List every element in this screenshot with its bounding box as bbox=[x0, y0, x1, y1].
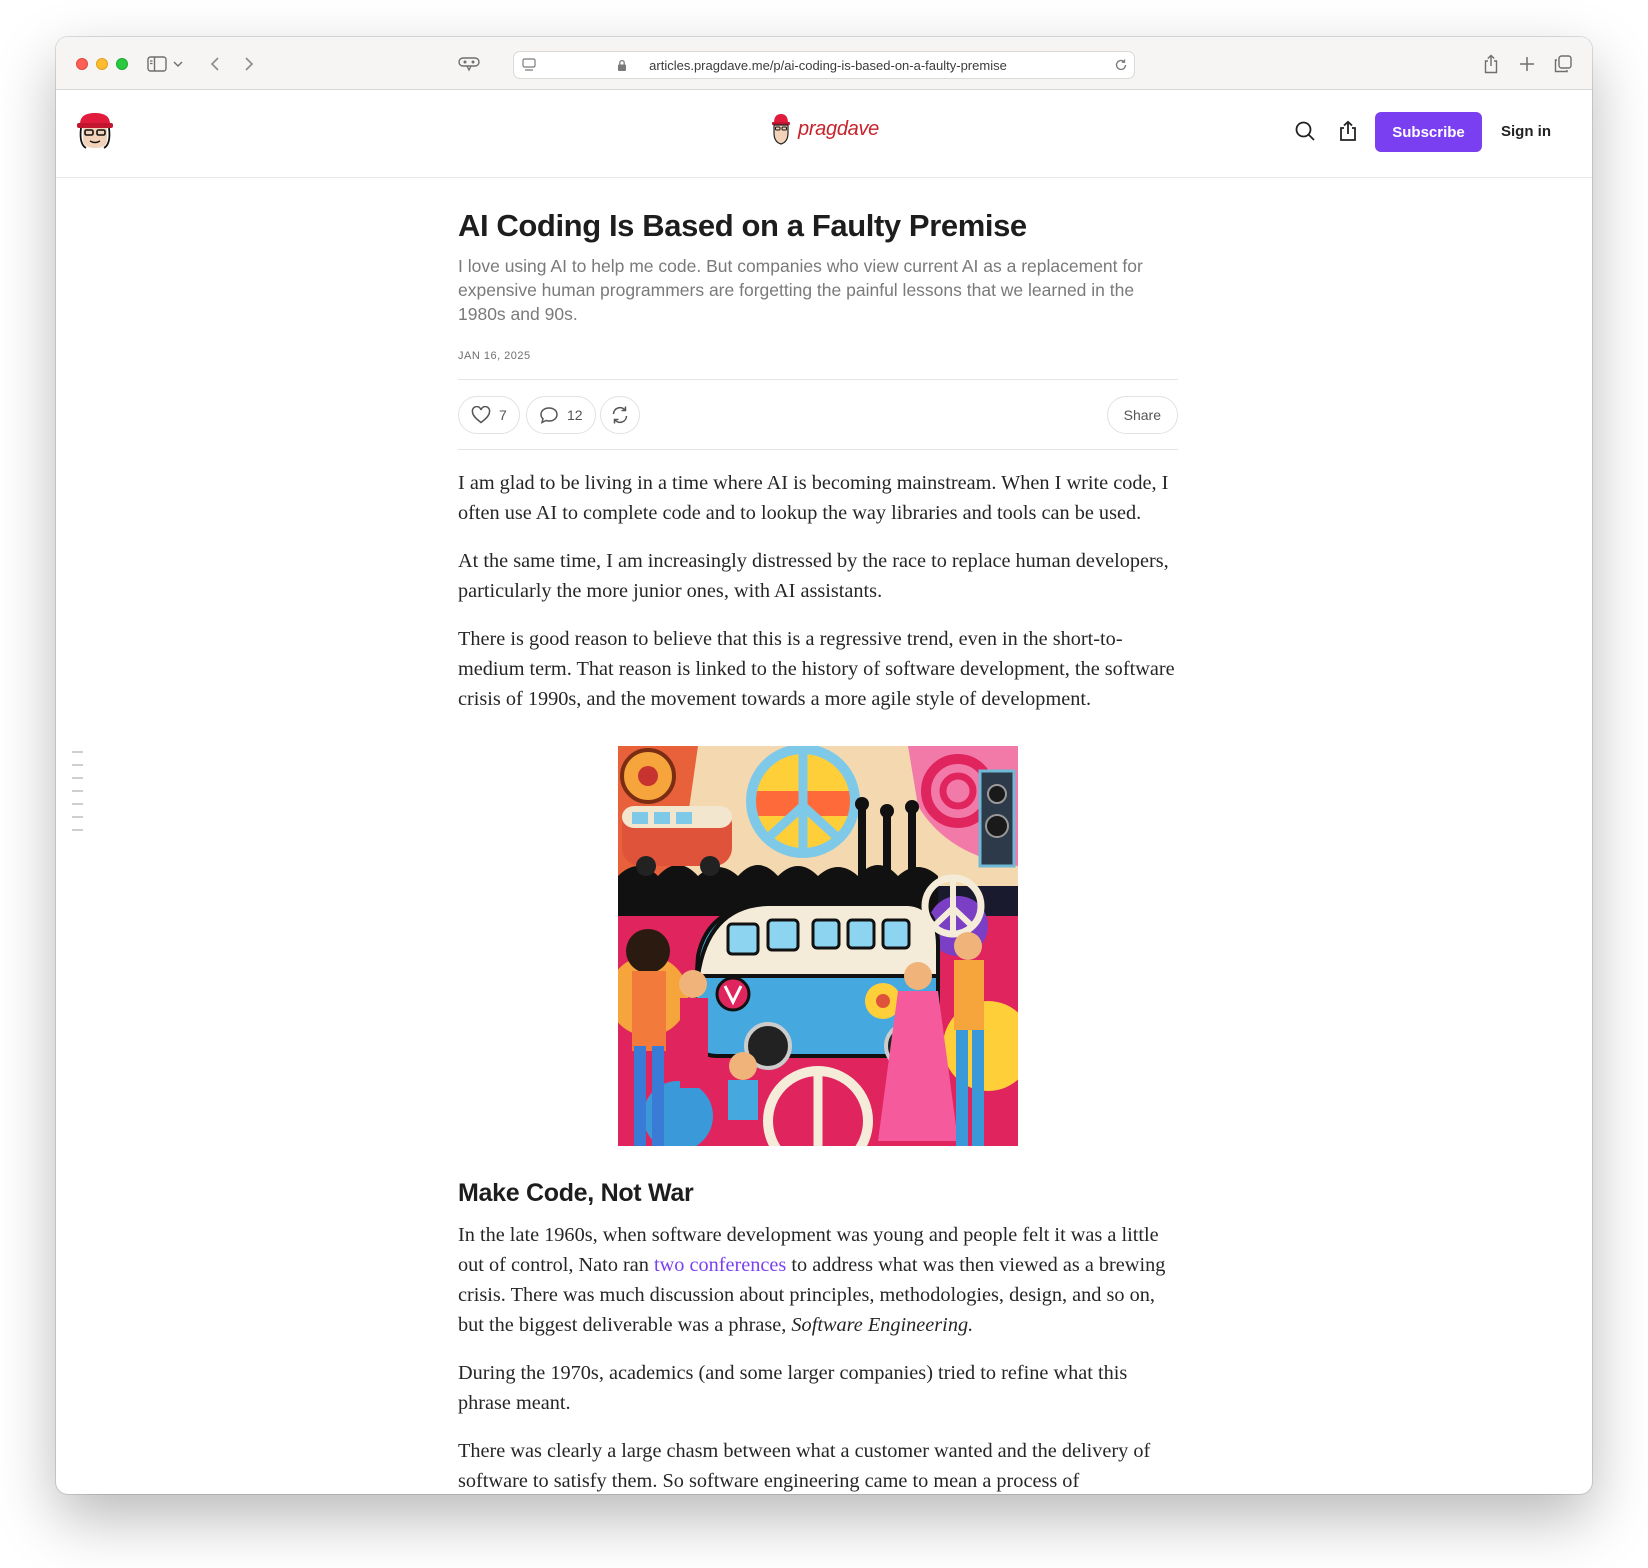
paragraph: At the same time, I am increasingly dist… bbox=[458, 550, 1169, 602]
minimize-window-button[interactable] bbox=[96, 58, 108, 70]
paragraph: During the 1970s, academics (and some la… bbox=[458, 1362, 1128, 1414]
like-count: 7 bbox=[499, 407, 507, 423]
new-tab-icon[interactable] bbox=[1514, 51, 1540, 77]
paragraph: There is good reason to believe that thi… bbox=[458, 628, 1175, 710]
lock-icon bbox=[617, 59, 627, 77]
restack-button[interactable] bbox=[600, 396, 640, 434]
share-icon[interactable] bbox=[1478, 51, 1504, 77]
italic-text: Software Engineering. bbox=[791, 1314, 974, 1336]
reload-icon[interactable] bbox=[1114, 58, 1128, 77]
table-of-contents-rail[interactable] bbox=[72, 751, 83, 842]
browser-window: articles.pragdave.me/p/ai-coding-is-base… bbox=[56, 37, 1592, 1494]
paragraph: I am glad to be living in a time where A… bbox=[458, 472, 1169, 524]
close-window-button[interactable] bbox=[76, 58, 88, 70]
publication-logo[interactable] bbox=[74, 110, 116, 152]
restack-icon bbox=[612, 406, 628, 424]
sign-in-link[interactable]: Sign in bbox=[1501, 123, 1551, 140]
brand-name: pragdave bbox=[798, 117, 879, 140]
paragraph: There was clearly a large chasm between … bbox=[458, 1440, 1151, 1492]
article-date: JAN 16, 2025 bbox=[458, 350, 531, 362]
two-conferences-link[interactable]: two conferences bbox=[654, 1254, 786, 1276]
comment-count: 12 bbox=[567, 407, 583, 423]
sidebar-toggle-icon[interactable] bbox=[144, 51, 170, 77]
chevron-down-icon[interactable] bbox=[170, 51, 186, 77]
share-icon[interactable] bbox=[1338, 120, 1362, 144]
article-body: I am glad to be living in a time where A… bbox=[458, 468, 1178, 1494]
article-title: AI Coding Is Based on a Faulty Premise bbox=[458, 208, 1027, 243]
forward-icon[interactable] bbox=[236, 51, 262, 77]
article-subtitle: I love using AI to help me code. But com… bbox=[458, 256, 1143, 324]
like-button[interactable]: 7 bbox=[458, 396, 520, 434]
subscribe-button[interactable]: Subscribe bbox=[1375, 112, 1482, 152]
comment-icon bbox=[540, 407, 558, 424]
back-icon[interactable] bbox=[202, 51, 228, 77]
hippie-illustration[interactable] bbox=[618, 746, 1018, 1146]
comments-button[interactable]: 12 bbox=[526, 396, 596, 434]
address-bar[interactable]: articles.pragdave.me/p/ai-coding-is-base… bbox=[513, 51, 1135, 79]
brand[interactable]: pragdave bbox=[770, 112, 879, 146]
paragraph: In the late 1960s, when software develop… bbox=[458, 1220, 1178, 1340]
browser-toolbar: articles.pragdave.me/p/ai-coding-is-base… bbox=[56, 37, 1592, 90]
reader-privacy-icon[interactable] bbox=[456, 51, 482, 77]
site-header: pragdave Subscribe Sign in bbox=[56, 90, 1592, 178]
search-icon[interactable] bbox=[1294, 120, 1318, 144]
heart-icon bbox=[471, 406, 491, 424]
tab-overview-icon[interactable] bbox=[1550, 51, 1576, 77]
section-heading: Make Code, Not War bbox=[458, 1179, 694, 1207]
brand-logo-icon bbox=[772, 114, 790, 145]
article: AI Coding Is Based on a Faulty Premise I… bbox=[458, 178, 1178, 1494]
share-button[interactable]: Share bbox=[1106, 396, 1178, 434]
post-actions-bar: 7 12 Share bbox=[458, 379, 1178, 450]
maximize-window-button[interactable] bbox=[116, 58, 128, 70]
url-text: articles.pragdave.me/p/ai-coding-is-base… bbox=[649, 58, 1007, 73]
